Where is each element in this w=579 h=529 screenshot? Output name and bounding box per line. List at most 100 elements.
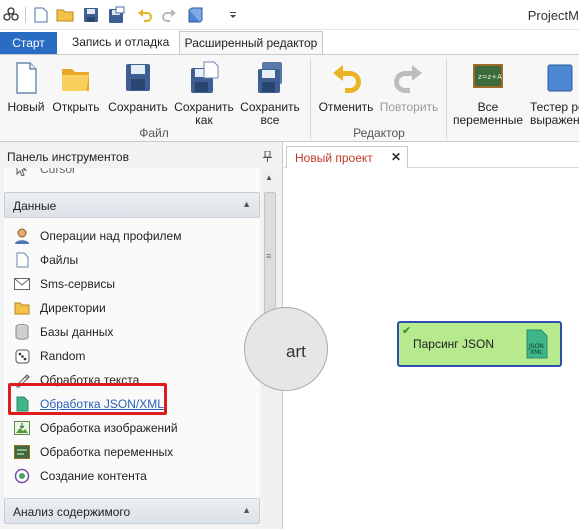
save-icon <box>126 64 150 91</box>
json-node-label: Парсинг JSON <box>413 337 495 351</box>
regex-tester-icon <box>547 64 573 92</box>
regex-tester-label-2: выражен <box>530 113 579 127</box>
start-node-label: art <box>286 342 306 361</box>
tools-panel: Панель инструментов Cursor Данные ▲ Опер… <box>0 142 283 529</box>
editor-group-label: Редактор <box>353 126 405 140</box>
list-item-label: Обработка изображений <box>40 421 178 435</box>
file-icon <box>13 251 31 269</box>
new-button[interactable]: Новый <box>4 59 48 114</box>
pin-icon[interactable] <box>263 150 272 165</box>
dice-icon <box>13 347 31 365</box>
variables-board-icon: z=z+A <box>473 64 503 88</box>
document-tab-label: Новый проект <box>295 151 373 165</box>
list-item-label: Cursor <box>40 168 77 176</box>
quick-open-icon[interactable] <box>56 6 74 24</box>
ribbon-group-separator <box>310 59 311 139</box>
list-item-label: Операции над профилем <box>40 229 182 243</box>
tab-advanced-editor[interactable]: Расширенный редактор <box>179 31 323 54</box>
new-label: Новый <box>7 100 45 114</box>
content-creation-icon <box>13 467 31 485</box>
close-icon[interactable]: ✕ <box>391 150 401 164</box>
user-profile-icon <box>13 227 31 245</box>
tools-panel-title: Панель инструментов <box>7 150 129 164</box>
list-item-label: Random <box>40 349 86 363</box>
folder-icon <box>13 299 31 317</box>
list-item-label: Директории <box>40 301 106 315</box>
open-folder-icon <box>62 69 89 91</box>
open-label: Открыть <box>52 100 100 114</box>
list-item-label: Обработка переменных <box>40 445 174 459</box>
file-group-label: Файл <box>139 126 169 140</box>
regex-tester-button[interactable]: Тестер ре выражен <box>530 59 579 127</box>
list-item-random[interactable]: Random <box>13 345 85 367</box>
app-title: ProjectM <box>527 8 579 23</box>
tab-start[interactable]: Старт <box>0 32 57 54</box>
quick-save-as-icon[interactable] <box>108 6 126 24</box>
tab-new-project[interactable]: Новый проект ✕ <box>286 146 408 168</box>
redo-button[interactable]: Повторить <box>378 59 440 114</box>
project-canvas[interactable]: art ✔ Парсинг JSON JSON XML <box>244 168 579 529</box>
quick-redo-icon[interactable] <box>160 6 178 24</box>
save-label: Сохранить <box>108 100 168 114</box>
svg-text:z=z+A: z=z+A <box>478 73 502 81</box>
chevron-up-icon: ▲ <box>242 199 251 209</box>
save-button[interactable]: Сохранить <box>106 59 170 114</box>
json-xml-icon: JSON XML <box>526 329 548 359</box>
document-tabs: Новый проект ✕ <box>284 142 579 168</box>
variables-icon <box>13 443 31 461</box>
section-data-header[interactable]: Данные ▲ <box>4 192 260 218</box>
title-bar: ProjectM <box>0 0 579 30</box>
list-item-content-creation[interactable]: Создание контента <box>13 465 147 487</box>
redo-label: Повторить <box>379 100 439 114</box>
section-content-analysis-title: Анализ содержимого <box>13 505 131 519</box>
list-item-profile-operations[interactable]: Операции над профилем <box>13 225 181 247</box>
app-menu-icon[interactable] <box>2 6 20 24</box>
section-data-title: Данные <box>13 199 57 213</box>
list-item-variable-processing[interactable]: Обработка переменных <box>13 441 173 463</box>
list-item-databases[interactable]: Базы данных <box>13 321 113 343</box>
save-as-button[interactable]: Сохранить как <box>172 59 236 127</box>
section-content-analysis-header[interactable]: Анализ содержимого ▲ <box>4 498 260 524</box>
checkmark-icon: ✔ <box>402 325 412 337</box>
list-item-image-processing[interactable]: Обработка изображений <box>13 417 178 439</box>
list-item-label: Sms-сервисы <box>40 277 116 291</box>
svg-text:XML: XML <box>530 349 543 356</box>
toolbar-separator <box>25 7 26 23</box>
save-all-icon <box>258 62 282 93</box>
list-item-label: Создание контента <box>40 469 147 483</box>
scroll-up-icon[interactable]: ▲ <box>265 173 273 182</box>
quick-new-icon[interactable] <box>32 6 50 24</box>
customize-toolbar-icon[interactable] <box>224 6 242 24</box>
list-item-cursor[interactable]: Cursor <box>13 168 76 180</box>
tab-record-debug[interactable]: Запись и отладка <box>62 31 179 54</box>
quick-cube-icon[interactable] <box>186 6 204 24</box>
json-parse-node[interactable]: ✔ Парсинг JSON JSON XML <box>397 321 562 367</box>
envelope-icon <box>13 275 31 293</box>
database-icon <box>13 323 31 341</box>
undo-label: Отменить <box>318 100 374 114</box>
new-document-icon <box>16 62 37 94</box>
quick-undo-icon[interactable] <box>136 6 154 24</box>
list-item-sms-services[interactable]: Sms-сервисы <box>13 273 115 295</box>
redo-icon <box>394 65 422 93</box>
save-as-icon <box>191 61 219 93</box>
highlight-annotation <box>8 383 167 415</box>
quick-save-icon[interactable] <box>82 6 100 24</box>
ribbon-group-separator <box>446 59 447 139</box>
image-icon <box>13 419 31 437</box>
list-item-files[interactable]: Файлы <box>13 249 78 271</box>
cursor-icon <box>13 168 31 178</box>
ribbon-tabs: Старт Запись и отладка Расширенный редак… <box>0 30 579 54</box>
undo-button[interactable]: Отменить <box>316 59 376 114</box>
list-item-label: Базы данных <box>40 325 114 339</box>
chevron-up-icon: ▲ <box>242 505 251 515</box>
undo-icon <box>333 65 361 93</box>
ribbon: Новый Открыть Сохранить Сохранить как Со… <box>0 54 579 142</box>
tools-list: Cursor Данные ▲ Операции над профилем Фа… <box>4 168 260 498</box>
open-button[interactable]: Открыть <box>50 59 102 114</box>
all-variables-button[interactable]: z=z+A Все переменные <box>452 59 524 127</box>
list-item-label: Файлы <box>40 253 79 267</box>
all-variables-label-2: переменные <box>453 113 523 127</box>
list-item-directories[interactable]: Директории <box>13 297 106 319</box>
save-all-button[interactable]: Сохранить все <box>238 59 302 127</box>
